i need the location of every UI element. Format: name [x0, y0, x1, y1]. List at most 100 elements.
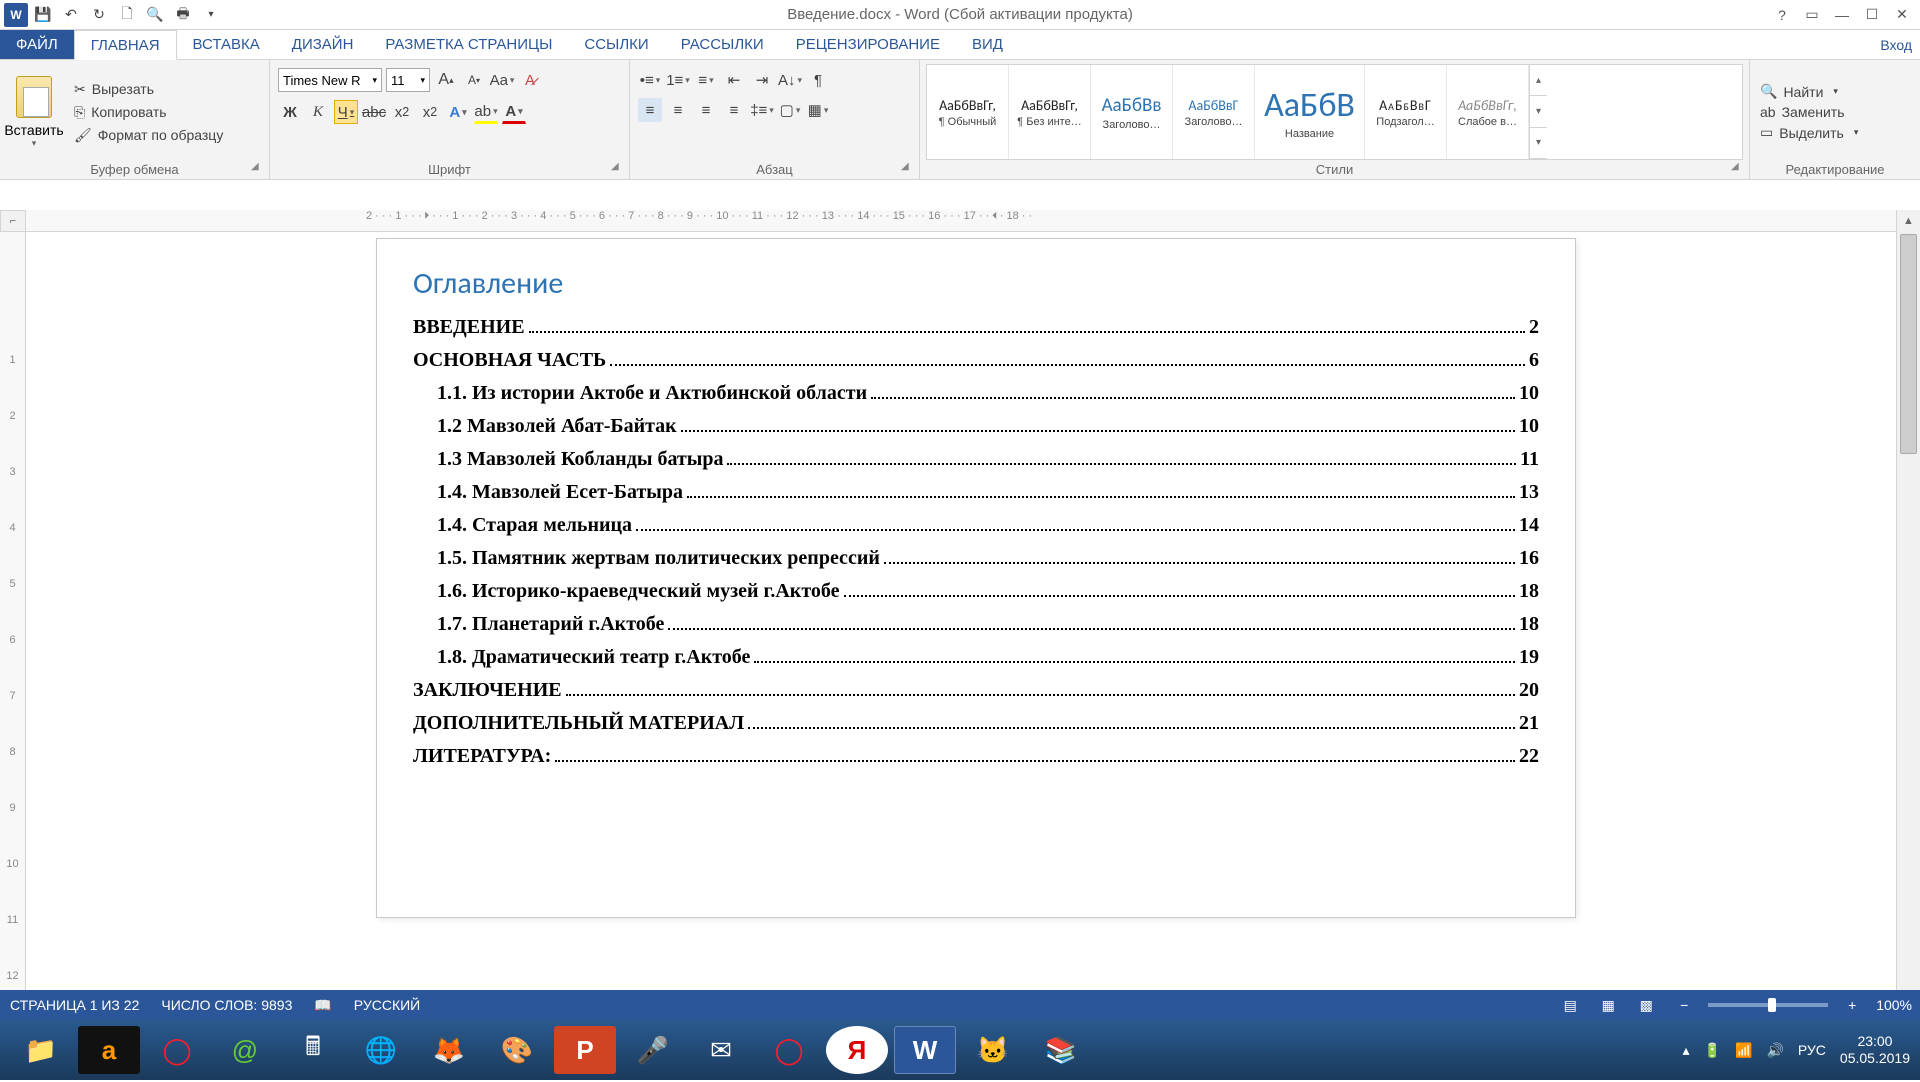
- increase-indent-icon[interactable]: ⇥: [750, 68, 774, 92]
- taskbar-powerpoint-icon[interactable]: P: [554, 1026, 616, 1074]
- copy-button[interactable]: ⎘Копировать: [70, 102, 227, 123]
- ribbon-options-icon[interactable]: ▭: [1798, 4, 1826, 26]
- taskbar-opera-icon[interactable]: ◯: [146, 1026, 208, 1074]
- taskbar-winrar-icon[interactable]: 📚: [1030, 1026, 1092, 1074]
- toc-entry[interactable]: 1.5. Памятник жертвам политических репре…: [413, 547, 1539, 570]
- vertical-ruler[interactable]: 12345678910111213: [0, 232, 26, 1000]
- toc-entry[interactable]: ДОПОЛНИТЕЛЬНЫЙ МАТЕРИАЛ21: [413, 712, 1539, 735]
- style-nospacing[interactable]: АаБбВвГг,¶ Без инте…: [1009, 65, 1091, 159]
- borders-icon[interactable]: ▦: [806, 98, 830, 122]
- gallery-down-icon[interactable]: ▾: [1530, 96, 1547, 127]
- replace-button[interactable]: abЗаменить: [1760, 104, 1858, 120]
- tab-design[interactable]: ДИЗАЙН: [276, 30, 370, 59]
- gallery-up-icon[interactable]: ▴: [1530, 65, 1547, 96]
- view-read-icon[interactable]: ▤: [1556, 994, 1584, 1016]
- align-center-icon[interactable]: ≡: [666, 98, 690, 122]
- tab-file[interactable]: ФАЙЛ: [0, 30, 74, 59]
- tray-network-icon[interactable]: 📶: [1735, 1042, 1752, 1059]
- taskbar-firefox-icon[interactable]: 🦊: [418, 1026, 480, 1074]
- font-name-combo[interactable]: Times New R▾: [278, 68, 382, 92]
- strikethrough-button[interactable]: abc: [362, 100, 386, 124]
- line-spacing-icon[interactable]: ‡≡: [750, 98, 774, 122]
- align-right-icon[interactable]: ≡: [694, 98, 718, 122]
- tray-clock[interactable]: 23:00 05.05.2019: [1840, 1033, 1910, 1067]
- taskbar-opera2-icon[interactable]: ◯: [758, 1026, 820, 1074]
- taskbar-amazon-icon[interactable]: a: [78, 1026, 140, 1074]
- toc-entry[interactable]: ВВЕДЕНИЕ2: [413, 316, 1539, 339]
- view-print-icon[interactable]: ▦: [1594, 994, 1622, 1016]
- tab-layout[interactable]: РАЗМЕТКА СТРАНИЦЫ: [369, 30, 568, 59]
- toc-entry[interactable]: 1.4. Мавзолей Есет-Батыра13: [413, 481, 1539, 504]
- taskbar-chrome-icon[interactable]: 🌐: [350, 1026, 412, 1074]
- maximize-icon[interactable]: ☐: [1858, 4, 1886, 26]
- toc-entry[interactable]: 1.4. Старая мельница14: [413, 514, 1539, 537]
- status-words[interactable]: ЧИСЛО СЛОВ: 9893: [161, 997, 292, 1013]
- status-language[interactable]: РУССКИЙ: [354, 997, 420, 1013]
- taskbar-scratch-icon[interactable]: 🐱: [962, 1026, 1024, 1074]
- underline-button[interactable]: Ч: [334, 100, 358, 124]
- scroll-thumb[interactable]: [1900, 234, 1917, 454]
- text-effects-icon[interactable]: A: [446, 100, 470, 124]
- close-icon[interactable]: ✕: [1888, 4, 1916, 26]
- tab-mailings[interactable]: РАССЫЛКИ: [665, 30, 780, 59]
- horizontal-ruler[interactable]: 2 · · · 1 · · · 🞂 · · · 1 · · · 2 · · · …: [26, 210, 1896, 232]
- zoom-level[interactable]: 100%: [1876, 997, 1912, 1013]
- cut-button[interactable]: ✂Вырезать: [70, 79, 227, 100]
- tray-language[interactable]: РУС: [1798, 1042, 1826, 1058]
- taskbar-outlook-icon[interactable]: ✉: [690, 1026, 752, 1074]
- find-button[interactable]: 🔍Найти▾: [1760, 83, 1858, 100]
- save-icon[interactable]: 💾: [30, 2, 56, 28]
- bold-button[interactable]: Ж: [278, 100, 302, 124]
- paragraph-launcher-icon[interactable]: ◢: [901, 161, 915, 175]
- taskbar-yandex-icon[interactable]: Я: [826, 1026, 888, 1074]
- paste-button[interactable]: Вставить ▾: [6, 64, 62, 160]
- numbering-icon[interactable]: 1≡: [666, 68, 690, 92]
- select-button[interactable]: ▭Выделить▾: [1760, 124, 1858, 141]
- document-area[interactable]: Оглавление ВВЕДЕНИЕ2ОСНОВНАЯ ЧАСТЬ61.1. …: [26, 232, 1896, 1020]
- toc-entry[interactable]: 1.2 Мавзолей Абат-Байтак10: [413, 415, 1539, 438]
- toc-entry[interactable]: 1.6. Историко-краеведческий музей г.Акто…: [413, 580, 1539, 603]
- style-title[interactable]: АаБбВНазвание: [1255, 65, 1365, 159]
- toc-entry[interactable]: 1.8. Драматический театр г.Актобе19: [413, 646, 1539, 669]
- sort-icon[interactable]: A↓: [778, 68, 802, 92]
- toc-entry[interactable]: 1.7. Планетарий г.Актобе18: [413, 613, 1539, 636]
- font-color-icon[interactable]: A: [502, 100, 526, 124]
- quick-print-icon[interactable]: 🖶: [170, 2, 196, 28]
- ruler-corner[interactable]: ⌐: [0, 210, 26, 232]
- tab-review[interactable]: РЕЦЕНЗИРОВАНИЕ: [780, 30, 956, 59]
- tray-chevron-icon[interactable]: ▴: [1683, 1042, 1690, 1059]
- taskbar-word-icon[interactable]: W: [894, 1026, 956, 1074]
- style-subtle[interactable]: АаБбВвГг,Слабое в…: [1447, 65, 1529, 159]
- help-icon[interactable]: ?: [1768, 4, 1796, 26]
- sign-in-link[interactable]: Вход: [1880, 30, 1912, 59]
- taskbar-mic-icon[interactable]: 🎤: [622, 1026, 684, 1074]
- taskbar-paint-icon[interactable]: 🎨: [486, 1026, 548, 1074]
- tray-volume-icon[interactable]: 🔊: [1766, 1042, 1783, 1059]
- subscript-button[interactable]: x2: [390, 100, 414, 124]
- status-page[interactable]: СТРАНИЦА 1 ИЗ 22: [10, 997, 139, 1013]
- preview-icon[interactable]: 🔍: [142, 2, 168, 28]
- tab-view[interactable]: ВИД: [956, 30, 1019, 59]
- vertical-scrollbar[interactable]: ▲ ▼: [1896, 210, 1920, 1020]
- zoom-slider[interactable]: [1708, 1003, 1828, 1007]
- clipboard-launcher-icon[interactable]: ◢: [251, 161, 265, 175]
- tray-battery-icon[interactable]: 🔋: [1704, 1042, 1721, 1059]
- clear-formatting-icon[interactable]: A̷: [518, 68, 542, 92]
- zoom-out-icon[interactable]: −: [1670, 994, 1698, 1016]
- scroll-up-icon[interactable]: ▲: [1897, 210, 1920, 232]
- italic-button[interactable]: К: [306, 100, 330, 124]
- new-doc-icon[interactable]: 🗋: [114, 2, 140, 28]
- minimize-icon[interactable]: —: [1828, 4, 1856, 26]
- view-web-icon[interactable]: ▩: [1632, 994, 1660, 1016]
- format-painter-button[interactable]: 🖌Формат по образцу: [70, 125, 227, 146]
- show-marks-icon[interactable]: ¶: [806, 68, 830, 92]
- toc-entry[interactable]: 1.3 Мавзолей Кобланды батыра11: [413, 448, 1539, 471]
- multilevel-icon[interactable]: ≡: [694, 68, 718, 92]
- style-subtitle[interactable]: АаБбВвГПодзагол…: [1365, 65, 1447, 159]
- status-proofing-icon[interactable]: 📖: [314, 997, 331, 1014]
- highlight-color-icon[interactable]: ab: [474, 100, 498, 124]
- toc-entry[interactable]: ЗАКЛЮЧЕНИЕ20: [413, 679, 1539, 702]
- redo-icon[interactable]: ↻: [86, 2, 112, 28]
- styles-launcher-icon[interactable]: ◢: [1731, 161, 1745, 175]
- style-heading2[interactable]: АаБбВвГЗаголово…: [1173, 65, 1255, 159]
